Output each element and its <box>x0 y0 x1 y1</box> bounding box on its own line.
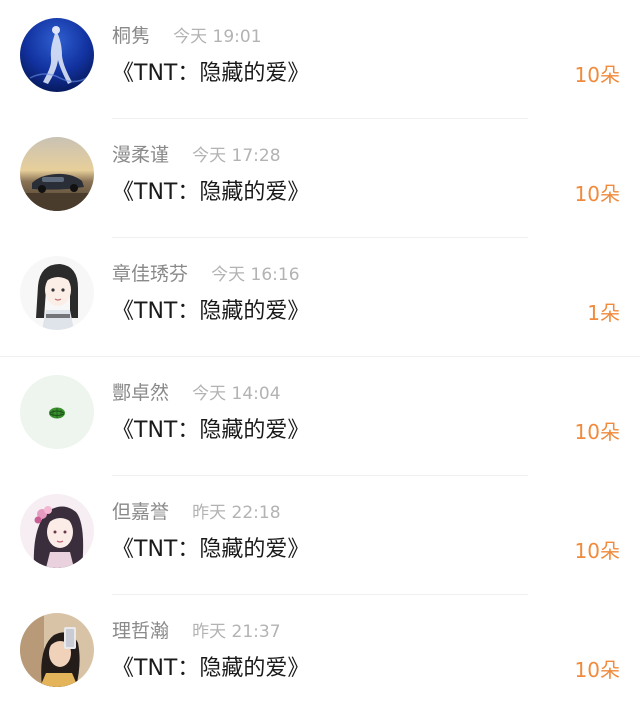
anime-princess-avatar-image <box>20 494 94 568</box>
gift-count: 10朵 <box>574 420 620 444</box>
timestamp: 今天 14:04 <box>192 384 281 404</box>
gift-count: 10朵 <box>574 182 620 206</box>
watermelon-avatar-image <box>20 375 94 449</box>
user-name[interactable]: 酆卓然 <box>112 382 169 404</box>
user-name[interactable]: 但嘉誉 <box>112 501 169 523</box>
gift-title: 《TNT：隐藏的爱》 <box>112 537 310 562</box>
avatar[interactable] <box>20 613 94 687</box>
gift-count: 1朵 <box>587 301 620 325</box>
timestamp: 今天 17:28 <box>192 146 281 166</box>
list-item[interactable]: 漫柔谨 今天 17:28 《TNT：隐藏的爱》 10朵 <box>0 119 640 238</box>
avatar[interactable] <box>20 494 94 568</box>
timestamp: 今天 16:16 <box>211 265 300 285</box>
deep-sea-diver-avatar-image <box>20 18 94 92</box>
user-name[interactable]: 章佳琇芬 <box>112 263 188 285</box>
gift-title: 《TNT：隐藏的爱》 <box>112 656 310 681</box>
timestamp: 今天 19:01 <box>173 27 262 47</box>
gift-title: 《TNT：隐藏的爱》 <box>112 299 310 324</box>
gift-count: 10朵 <box>574 658 620 682</box>
gift-count: 10朵 <box>574 63 620 87</box>
list-item[interactable]: 酆卓然 今天 14:04 《TNT：隐藏的爱》 10朵 <box>0 357 640 476</box>
list-item[interactable]: 桐隽 今天 19:01 《TNT：隐藏的爱》 10朵 <box>0 0 640 119</box>
avatar[interactable] <box>20 375 94 449</box>
avatar[interactable] <box>20 137 94 211</box>
user-name[interactable]: 桐隽 <box>112 25 150 47</box>
gift-count: 10朵 <box>574 539 620 563</box>
gift-title: 《TNT：隐藏的爱》 <box>112 180 310 205</box>
avatar[interactable] <box>20 18 94 92</box>
timestamp: 昨天 22:18 <box>192 503 281 523</box>
selfie-girl-avatar-image <box>20 613 94 687</box>
timestamp: 昨天 21:37 <box>192 622 281 642</box>
list-item[interactable]: 章佳琇芬 今天 16:16 《TNT：隐藏的爱》 1朵 <box>0 238 640 357</box>
gift-record-list: 桐隽 今天 19:01 《TNT：隐藏的爱》 10朵 漫柔谨 今天 17:28 … <box>0 0 640 711</box>
anime-girl-sketch-avatar-image <box>20 256 94 330</box>
sports-car-sunset-avatar-image <box>20 137 94 211</box>
list-item[interactable]: 理哲瀚 昨天 21:37 《TNT：隐藏的爱》 10朵 <box>0 595 640 714</box>
avatar[interactable] <box>20 256 94 330</box>
user-name[interactable]: 理哲瀚 <box>112 620 169 642</box>
list-item[interactable]: 但嘉誉 昨天 22:18 《TNT：隐藏的爱》 10朵 <box>0 476 640 595</box>
user-name[interactable]: 漫柔谨 <box>112 144 169 166</box>
gift-title: 《TNT：隐藏的爱》 <box>112 61 310 86</box>
gift-title: 《TNT：隐藏的爱》 <box>112 418 310 443</box>
